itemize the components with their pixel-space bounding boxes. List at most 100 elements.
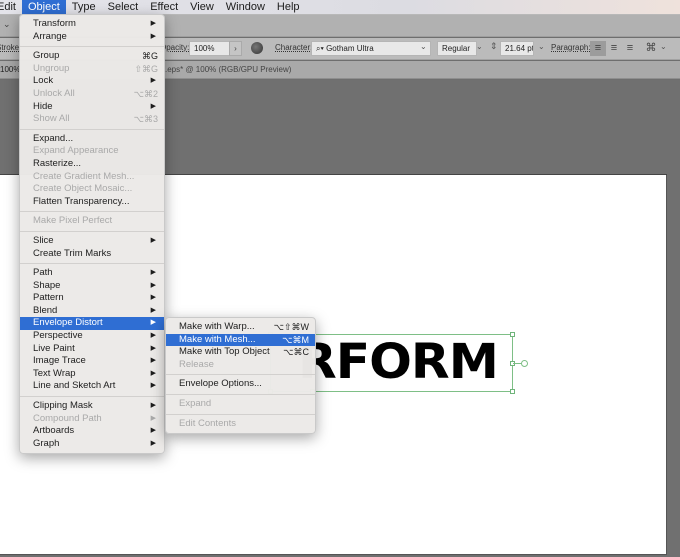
chevron-down-icon[interactable]: ⌄	[476, 42, 483, 51]
chevron-down-icon[interactable]: ⌄	[660, 42, 667, 51]
menu-item-transform[interactable]: Transform ▶	[20, 18, 164, 31]
menu-type[interactable]: Type	[66, 0, 102, 15]
menu-item-label: Pattern	[33, 292, 64, 304]
submenu-arrow-icon: ▶	[150, 269, 156, 277]
shortcut-label: ⇧⌘G	[134, 63, 158, 74]
menu-item-image-trace[interactable]: Image Trace ▶	[20, 355, 164, 368]
menu-object[interactable]: Object	[21, 0, 66, 15]
chevron-down-icon[interactable]: ⌄	[3, 19, 11, 30]
submenu-arrow-icon: ▶	[150, 32, 156, 40]
shortcut-label: ⌥⇧⌘W	[273, 322, 309, 332]
menu-item-expand[interactable]: Expand...	[20, 133, 164, 146]
menu-item-label: Path	[33, 267, 53, 279]
menu-bar: Edit Object Type Select Effect View Wind…	[0, 0, 680, 15]
resize-handle[interactable]	[510, 332, 515, 337]
menu-item-text-wrap[interactable]: Text Wrap ▶	[20, 368, 164, 381]
resize-handle[interactable]	[510, 389, 515, 394]
menu-item-perspective[interactable]: Perspective ▶	[20, 330, 164, 343]
submenu-arrow-icon: ▶	[150, 332, 156, 340]
glyph-icon[interactable]: ⌘	[643, 41, 659, 56]
menu-item-label: Unlock All	[33, 87, 75, 99]
shortcut-label: ⌥⌘2	[133, 88, 158, 99]
submenu-arrow-icon: ▶	[150, 236, 156, 244]
menu-item-make-with-mesh[interactable]: Make with Mesh... ⌥⌘M	[166, 333, 315, 347]
menu-item-lock[interactable]: Lock ▶	[20, 75, 164, 88]
zoom-level[interactable]: 100%	[0, 65, 20, 74]
menu-item-rasterize[interactable]: Rasterize...	[20, 158, 164, 171]
menu-effect[interactable]: Effect	[144, 0, 184, 15]
menu-item-create-trim-marks[interactable]: Create Trim Marks	[20, 248, 164, 261]
menu-item-artboards[interactable]: Artboards ▶	[20, 425, 164, 438]
submenu-arrow-icon: ▶	[150, 357, 156, 365]
opacity-input[interactable]: 100%	[189, 41, 231, 56]
menu-item-shape[interactable]: Shape ▶	[20, 280, 164, 293]
character-label[interactable]: Character:	[275, 43, 312, 52]
chevron-down-icon[interactable]: ⌄	[538, 42, 545, 51]
menu-separator	[166, 393, 315, 395]
menu-item-blend[interactable]: Blend ▶	[20, 305, 164, 318]
menu-item-label: Arrange	[33, 30, 67, 42]
submenu-arrow-icon: ▶	[150, 102, 156, 110]
align-left-icon[interactable]: ≡	[590, 41, 606, 56]
chevron-down-icon[interactable]: ⌄	[420, 42, 427, 51]
menu-item-pattern[interactable]: Pattern ▶	[20, 292, 164, 305]
menu-item-line-and-sketch-art[interactable]: Line and Sketch Art ▶	[20, 380, 164, 393]
shortcut-label: ⌥⌘M	[282, 334, 309, 345]
menu-help[interactable]: Help	[271, 0, 306, 15]
menu-item-ungroup: Ungroup ⇧⌘G	[20, 63, 164, 76]
submenu-arrow-icon: ▶	[150, 427, 156, 435]
menu-select[interactable]: Select	[102, 0, 145, 15]
menu-item-group[interactable]: Group ⌘G	[20, 50, 164, 63]
menu-item-unlock-all: Unlock All ⌥⌘2	[20, 88, 164, 101]
document-tab[interactable]: .eps* @ 100% (RGB/GPU Preview)	[165, 65, 291, 74]
menu-item-hide[interactable]: Hide ▶	[20, 101, 164, 114]
menu-item-envelope-distort[interactable]: Envelope Distort ▶	[20, 317, 164, 331]
menu-item-arrange[interactable]: Arrange ▶	[20, 31, 164, 44]
menu-window[interactable]: Window	[220, 0, 271, 15]
menu-separator	[20, 128, 164, 130]
menu-item-label: Make with Warp...	[179, 321, 255, 332]
object-menu: Transform ▶ Arrange ▶ Group ⌘G Ungroup ⇧⌘G Lock ▶…	[19, 14, 165, 455]
menu-item-live-paint[interactable]: Live Paint ▶	[20, 343, 164, 356]
menu-item-label: Expand Appearance	[33, 145, 119, 157]
paragraph-label[interactable]: Paragraph:	[551, 43, 591, 52]
menu-item-label: Group	[33, 50, 60, 62]
menu-item-label: Graph	[33, 437, 60, 449]
menu-item-envelope-options[interactable]: Envelope Options...	[166, 378, 315, 391]
menu-item-label: Image Trace	[33, 355, 86, 367]
menu-item-label: Envelope Distort	[33, 317, 103, 329]
recolor-globe-icon[interactable]	[251, 42, 263, 54]
menu-item-label: Create Object Mosaic...	[33, 183, 133, 195]
align-center-icon[interactable]: ≡	[606, 41, 622, 56]
menu-item-label: Ungroup	[33, 62, 70, 74]
menu-item-path[interactable]: Path ▶	[20, 267, 164, 280]
opacity-arrow-button[interactable]: ›	[229, 41, 242, 56]
font-style-select[interactable]: Regular	[437, 41, 477, 56]
menu-item-make-with-warp[interactable]: Make with Warp... ⌥⇧⌘W	[166, 321, 315, 334]
font-family-input[interactable]: ⌕▾ Gotham Ultra	[311, 41, 431, 56]
menu-item-make-with-top-object[interactable]: Make with Top Object ⌥⌘C	[166, 346, 315, 359]
rotation-handle[interactable]	[521, 360, 528, 367]
menu-separator	[20, 211, 164, 213]
menu-item-graph[interactable]: Graph ▶	[20, 438, 164, 451]
menu-item-clipping-mask[interactable]: Clipping Mask ▶	[20, 400, 164, 413]
menu-edit[interactable]: Edit	[0, 0, 22, 15]
menu-item-label: Live Paint	[33, 342, 75, 354]
menu-item-label: Make Pixel Perfect	[33, 215, 113, 227]
menu-item-slice[interactable]: Slice ▶	[20, 235, 164, 248]
menu-item-flatten-transparency[interactable]: Flatten Transparency...	[20, 196, 164, 209]
menu-separator	[20, 263, 164, 265]
menu-view[interactable]: View	[184, 0, 220, 15]
menu-item-label: Expand	[179, 397, 212, 409]
menu-item-label: Text Wrap	[33, 367, 76, 379]
submenu-arrow-icon: ▶	[150, 439, 156, 447]
menu-item-create-gradient-mesh: Create Gradient Mesh...	[20, 171, 164, 184]
menu-separator	[166, 374, 315, 376]
align-right-icon[interactable]: ≡	[622, 41, 638, 56]
menu-separator	[20, 46, 164, 48]
menu-item-create-object-mosaic: Create Object Mosaic...	[20, 183, 164, 196]
font-size-input[interactable]: 21.64 pt	[500, 41, 534, 56]
stepper-icon[interactable]: ⇕	[490, 41, 498, 52]
menu-item-label: Expand...	[33, 132, 74, 144]
menu-item-compound-path: Compound Path ▶	[20, 413, 164, 426]
